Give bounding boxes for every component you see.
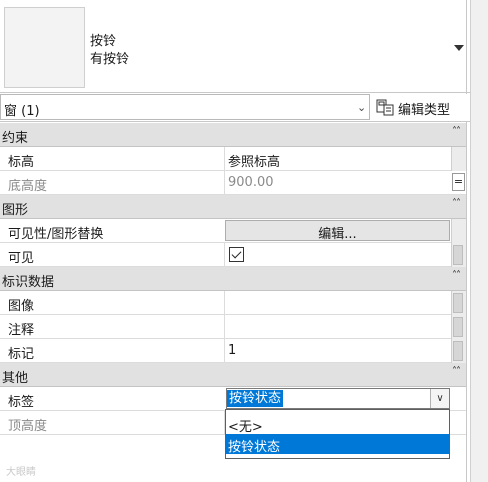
row-scroll-track — [451, 219, 466, 243]
type-preview-thumbnail — [4, 7, 85, 88]
dropdown-option-none[interactable]: <无> — [226, 414, 449, 435]
property-row-mark[interactable]: 标记 1 — [0, 339, 466, 363]
property-name: 可见 — [8, 251, 35, 266]
property-row-visibility-override[interactable]: 可见性/图形替换 编辑... — [0, 219, 466, 243]
watermark-logo: 大眼睛 — [6, 467, 36, 478]
property-row-label[interactable]: 标签 按铃状态 ∨ — [0, 387, 466, 411]
group-constraints[interactable]: 约束 ˄˄ — [0, 123, 466, 147]
properties-grid: 约束 ˄˄ 标高 参照标高 底高度 900.00 = 图形 ˄˄ 可见性/图形替… — [0, 123, 466, 435]
panel-scrollbar[interactable] — [470, 0, 488, 482]
column-divider — [224, 171, 225, 195]
dropdown-option-ring-status[interactable]: 按铃状态 — [226, 434, 449, 455]
group-other[interactable]: 其他 ˄˄ — [0, 363, 466, 387]
property-name: 图像 — [8, 299, 35, 314]
filter-row: 窗 (1) ⌄ 编辑类型 — [0, 94, 470, 122]
group-graphics[interactable]: 图形 ˄˄ — [0, 195, 466, 219]
collapse-chevrons-icon[interactable]: ˄˄ — [452, 198, 461, 209]
instance-filter-label: 窗 (1) — [4, 104, 40, 119]
row-scroll-track — [451, 147, 466, 171]
footer: 大眼睛 — [0, 459, 466, 482]
column-divider — [224, 339, 225, 363]
property-name: 标签 — [8, 395, 35, 410]
instance-filter-dropdown[interactable]: 窗 (1) ⌄ — [0, 94, 370, 120]
property-row-comments[interactable]: 注释 — [0, 315, 466, 339]
edit-type-icon — [376, 99, 394, 116]
column-divider — [224, 147, 225, 171]
group-identity-data[interactable]: 标识数据 ˄˄ — [0, 267, 466, 291]
type-dropdown-arrow-icon[interactable] — [454, 45, 464, 51]
edit-type-button[interactable]: 编辑类型 — [376, 97, 466, 119]
property-value[interactable]: 参照标高 — [228, 151, 280, 170]
type-selector[interactable]: 按铃 有按铃 — [0, 0, 470, 93]
column-divider — [224, 291, 225, 315]
property-name: 标记 — [8, 347, 35, 362]
scroll-thumb[interactable] — [453, 293, 463, 313]
scroll-thumb[interactable] — [453, 341, 463, 361]
family-name: 按铃 — [90, 34, 117, 49]
property-row-sill-height[interactable]: 底高度 900.00 = — [0, 171, 466, 195]
visible-checkbox[interactable] — [229, 247, 244, 262]
property-name: 顶高度 — [8, 419, 48, 434]
property-name: 可见性/图形替换 — [8, 227, 104, 242]
property-name: 注释 — [8, 323, 35, 338]
label-combobox[interactable]: 按铃状态 ∨ — [226, 388, 450, 409]
property-name: 标高 — [8, 155, 35, 170]
collapse-chevrons-icon[interactable]: ˄˄ — [452, 366, 461, 377]
label-combobox-value: 按铃状态 — [227, 390, 284, 407]
chevron-down-icon[interactable]: ∨ — [430, 389, 449, 408]
collapse-chevrons-icon[interactable]: ˄˄ — [452, 126, 461, 137]
property-row-level[interactable]: 标高 参照标高 — [0, 147, 466, 171]
property-value[interactable]: 1 — [228, 343, 236, 358]
property-row-visible[interactable]: 可见 — [0, 243, 466, 267]
associate-parameter-button[interactable]: = — [452, 173, 465, 191]
scroll-thumb[interactable] — [453, 317, 463, 337]
group-label: 标识数据 — [2, 275, 55, 290]
property-name: 底高度 — [8, 179, 48, 194]
edit-type-label: 编辑类型 — [398, 103, 451, 118]
scroll-thumb[interactable] — [453, 245, 463, 265]
group-label: 其他 — [2, 371, 29, 386]
property-row-image[interactable]: 图像 — [0, 291, 466, 315]
type-name: 有按铃 — [90, 52, 130, 67]
group-label: 图形 — [2, 203, 29, 218]
chevron-down-icon: ⌄ — [357, 101, 367, 114]
column-divider — [224, 243, 225, 267]
edit-visibility-button[interactable]: 编辑... — [225, 220, 450, 242]
property-value[interactable]: 900.00 — [228, 175, 274, 190]
collapse-chevrons-icon[interactable]: ˄˄ — [452, 270, 461, 281]
group-label: 约束 — [2, 131, 29, 146]
column-divider — [224, 315, 225, 339]
label-dropdown-list: <无> 按铃状态 — [225, 409, 450, 459]
panel-border — [466, 0, 467, 482]
